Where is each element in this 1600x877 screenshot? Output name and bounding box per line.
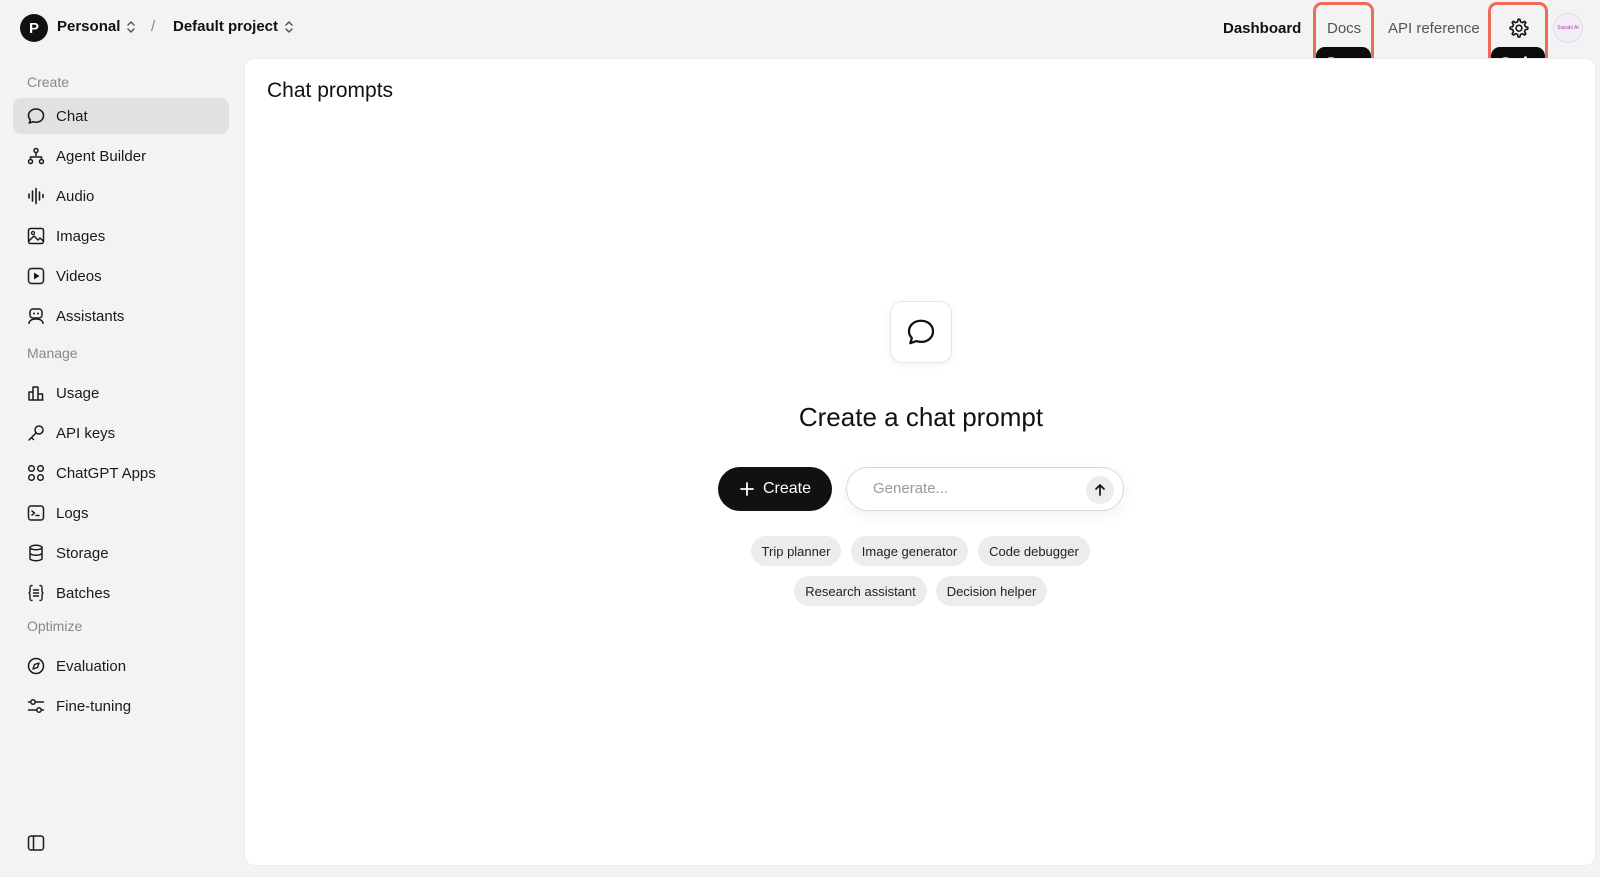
suggestion-chip[interactable]: Trip planner — [751, 536, 841, 566]
robot-icon — [26, 306, 46, 326]
sidebar-item-fine-tuning[interactable]: Fine-tuning — [13, 688, 229, 724]
sidebar-item-audio[interactable]: Audio — [13, 178, 229, 214]
sidebar-item-label: Logs — [56, 504, 89, 522]
compass-icon — [26, 656, 46, 676]
arrow-up-icon — [1095, 484, 1105, 496]
api-reference-link[interactable]: API reference — [1388, 20, 1480, 37]
sidebar-item-usage[interactable]: Usage — [13, 375, 229, 411]
suggestion-chip[interactable]: Decision helper — [936, 576, 1047, 606]
submit-generate-button[interactable] — [1086, 476, 1114, 504]
org-name: Personal — [57, 18, 121, 35]
org-avatar[interactable]: P — [20, 14, 48, 42]
section-title-create: Create — [27, 74, 70, 90]
chevron-updown-icon — [285, 20, 293, 33]
image-icon — [26, 226, 46, 246]
sidebar-toggle-icon[interactable] — [26, 833, 46, 853]
project-name: Default project — [173, 18, 279, 35]
chat-bubble-icon — [907, 319, 935, 345]
sidebar-item-label: Evaluation — [56, 657, 127, 675]
generate-field[interactable] — [846, 467, 1124, 511]
suggestion-chip[interactable]: Image generator — [851, 536, 968, 566]
suggestion-chip[interactable]: Research assistant — [794, 576, 927, 606]
empty-state-title: Create a chat prompt — [798, 402, 1044, 432]
section-title-manage: Manage — [27, 345, 78, 361]
suggestion-chip[interactable]: Code debugger — [978, 536, 1090, 566]
apps-icon — [26, 463, 46, 483]
sidebar-item-evaluation[interactable]: Evaluation — [13, 648, 229, 684]
sidebar-item-assistants[interactable]: Assistants — [13, 298, 229, 334]
project-switcher[interactable]: Default project — [173, 18, 294, 35]
sidebar-item-label: Usage — [56, 384, 100, 402]
terminal-icon — [26, 503, 46, 523]
batches-icon — [26, 583, 46, 603]
user-avatar[interactable]: Supabi AI — [1553, 13, 1583, 43]
sidebar-item-label: Assistants — [56, 307, 125, 325]
sidebar-item-label: Batches — [56, 584, 111, 602]
sidebar-item-label: Agent Builder — [56, 147, 147, 165]
section-title-optimize: Optimize — [27, 618, 83, 634]
sidebar-item-chatgpt-apps[interactable]: ChatGPT Apps — [13, 455, 229, 491]
sidebar-item-videos[interactable]: Videos — [13, 258, 229, 294]
key-icon — [26, 423, 46, 443]
sidebar-item-api-keys[interactable]: API keys — [13, 415, 229, 451]
database-icon — [26, 543, 46, 563]
sidebar-item-storage[interactable]: Storage — [13, 535, 229, 571]
page-title: Chat prompts — [267, 79, 394, 102]
sidebar-item-label: Chat — [56, 107, 88, 125]
sidebar-item-label: Storage — [56, 544, 109, 562]
sidebar-item-label: ChatGPT Apps — [56, 464, 156, 482]
sidebar-item-images[interactable]: Images — [13, 218, 229, 254]
dashboard-link[interactable]: Dashboard — [1223, 20, 1301, 37]
plus-icon — [740, 482, 754, 496]
main-panel: Chat prompts Create a chat prompt Create… — [244, 58, 1596, 866]
sidebar-item-agent-builder[interactable]: Agent Builder — [13, 138, 229, 174]
generate-input[interactable] — [873, 480, 1073, 497]
chat-bubble-icon — [26, 106, 46, 126]
play-icon — [26, 266, 46, 286]
sidebar-item-label: Fine-tuning — [56, 697, 132, 715]
chevron-updown-icon — [127, 20, 136, 33]
create-button-label: Create — [762, 480, 812, 497]
sidebar: Create Chat Agent Builder Audio Images V… — [0, 58, 242, 877]
sidebar-item-label: Audio — [56, 187, 95, 205]
sidebar-item-label: Videos — [56, 267, 102, 285]
sidebar-item-batches[interactable]: Batches — [13, 575, 229, 611]
breadcrumb-separator: / — [151, 18, 156, 35]
agent-builder-icon — [26, 146, 46, 166]
sidebar-item-logs[interactable]: Logs — [13, 495, 229, 531]
sidebar-item-label: API keys — [56, 424, 116, 442]
empty-state-icon-card — [890, 301, 952, 363]
sidebar-item-label: Images — [56, 227, 106, 245]
create-button[interactable]: Create — [718, 467, 832, 511]
audio-wave-icon — [26, 186, 46, 206]
org-switcher[interactable]: Personal — [57, 18, 136, 35]
bar-chart-icon — [26, 383, 46, 403]
sliders-icon — [26, 696, 46, 716]
sidebar-item-chat[interactable]: Chat — [13, 98, 229, 134]
